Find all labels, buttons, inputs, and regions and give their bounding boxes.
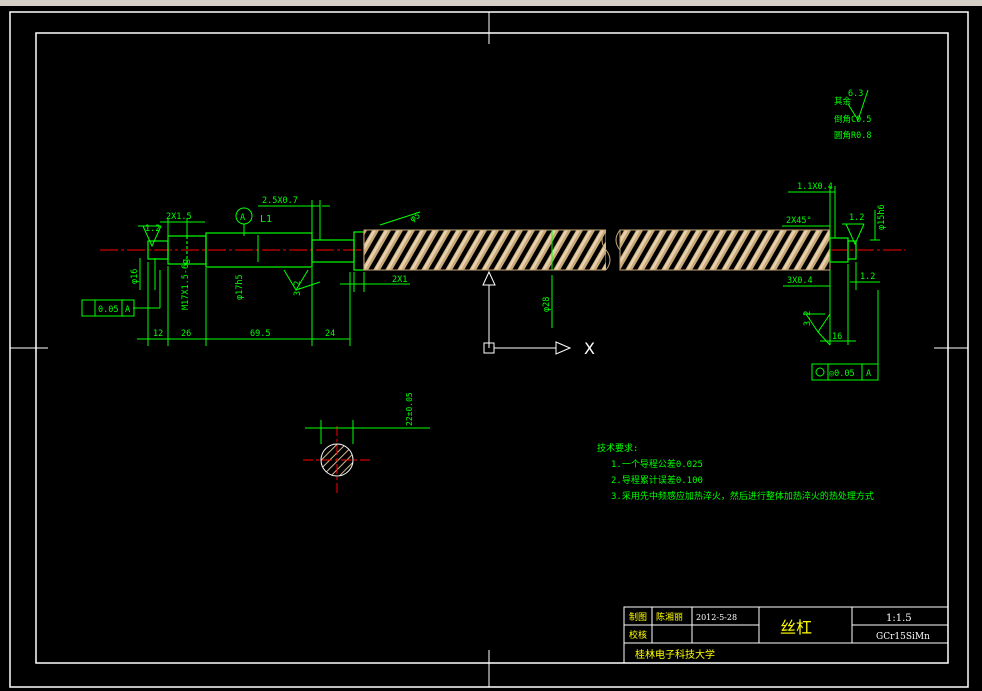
dim-phi17: φ17h5 xyxy=(235,274,245,300)
dim-3x04: 3X0.4 xyxy=(787,276,813,286)
tb-date: 2012-5-28 xyxy=(696,613,737,622)
ucs-icon xyxy=(482,270,572,355)
dim-12: 12 xyxy=(153,329,163,339)
screw-thread-right xyxy=(619,229,831,271)
screw-thread-left xyxy=(363,229,607,271)
dim-m17: M17X1.5-6g xyxy=(181,259,191,310)
tb-part-name: 丝杠 xyxy=(780,618,812,637)
roughness-32-left: 3.2 xyxy=(293,281,303,296)
tb-drawn-label: 制图 xyxy=(629,611,647,623)
dim-phi5: φ5 xyxy=(409,211,423,225)
dim-phi28: φ28 xyxy=(542,297,552,312)
sheet-inner-frame xyxy=(35,32,949,664)
sheet-outer-frame xyxy=(9,11,969,688)
dim-695: 69.5 xyxy=(250,329,270,339)
dim-25x07: 2.5X0.7 xyxy=(262,196,298,206)
dim-2x1: 2X1 xyxy=(392,275,407,285)
cad-drawing: 2X1.5 2.5X0.7 L1 A 12 26 69.5 24 2X1 1.2… xyxy=(9,11,969,688)
roughness-12-right: 1.2 xyxy=(849,213,864,223)
dim-phi16: φ16 xyxy=(130,269,140,284)
dim-11x04: 1.1X0.4 xyxy=(797,182,833,192)
ucs-x-label: X xyxy=(584,339,595,358)
tb-drawn-name: 陈湘丽 xyxy=(656,611,683,623)
note-3: 3.采用先中频感应加热淬火，然后进行整体加热淬火的热处理方式 xyxy=(611,490,874,502)
dim-l1: L1 xyxy=(260,214,272,225)
note-1: 1.一个导程公差0.025 xyxy=(611,458,703,470)
dim-phi15: φ15h6 xyxy=(877,204,887,230)
drawing-canvas[interactable]: 2X1.5 2.5X0.7 L1 A 12 26 69.5 24 2X1 1.2… xyxy=(0,6,982,691)
dim-2x15: 2X1.5 xyxy=(166,212,192,222)
tol-value-left: 0.05 xyxy=(98,305,118,315)
tb-school: 桂林电子科技大学 xyxy=(635,648,715,661)
notes-title: 技术要求: xyxy=(597,442,638,454)
dim-section: 22±0.05 xyxy=(405,392,414,426)
tol-datum-left: A xyxy=(125,305,130,315)
tol-value-right: ◎0.05 xyxy=(829,369,855,379)
datum-a-label: A xyxy=(240,213,245,223)
tb-check-label: 校核 xyxy=(629,629,647,641)
dim-26: 26 xyxy=(181,329,191,339)
roughness-32-right: 3.2 xyxy=(803,311,813,326)
cross-section-view xyxy=(303,420,430,494)
tb-material: GCr15SiMn xyxy=(876,632,930,642)
tol-datum-right: A xyxy=(866,369,871,379)
roughness-12-left: 1.2 xyxy=(145,224,160,234)
dim-2x45: 2X45° xyxy=(786,216,812,226)
tb-scale: 1:1.5 xyxy=(886,613,912,624)
dim-12-right: 1.2 xyxy=(860,272,875,282)
chamfer-note: 倒角C0.5 xyxy=(834,114,871,125)
dim-24: 24 xyxy=(325,329,335,339)
surface-finish-value: 6.3 xyxy=(848,89,863,99)
dim-16: 16 xyxy=(832,332,842,342)
fillet-note: 圆角R0.8 xyxy=(834,130,871,141)
note-2: 2.导程累计误差0.100 xyxy=(611,474,703,486)
